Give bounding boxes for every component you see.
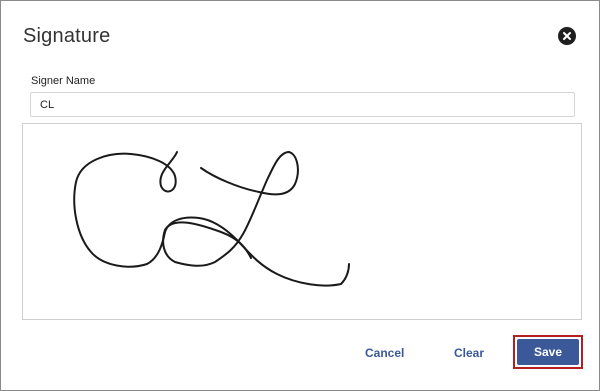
close-button[interactable] bbox=[558, 27, 576, 45]
dialog-title: Signature bbox=[23, 25, 111, 47]
signer-name-input[interactable] bbox=[30, 92, 575, 117]
signature-drawing bbox=[73, 151, 350, 287]
close-icon bbox=[563, 32, 571, 40]
clear-button[interactable]: Clear bbox=[454, 346, 484, 360]
signature-dialog: Signature Signer Name Cancel Clear Save bbox=[0, 0, 600, 391]
save-button[interactable]: Save bbox=[517, 339, 579, 365]
signature-pad[interactable] bbox=[22, 123, 582, 320]
signer-name-label: Signer Name bbox=[31, 75, 96, 87]
signature-stroke bbox=[162, 151, 299, 267]
cancel-button[interactable]: Cancel bbox=[365, 346, 404, 360]
signature-stroke bbox=[73, 151, 350, 287]
